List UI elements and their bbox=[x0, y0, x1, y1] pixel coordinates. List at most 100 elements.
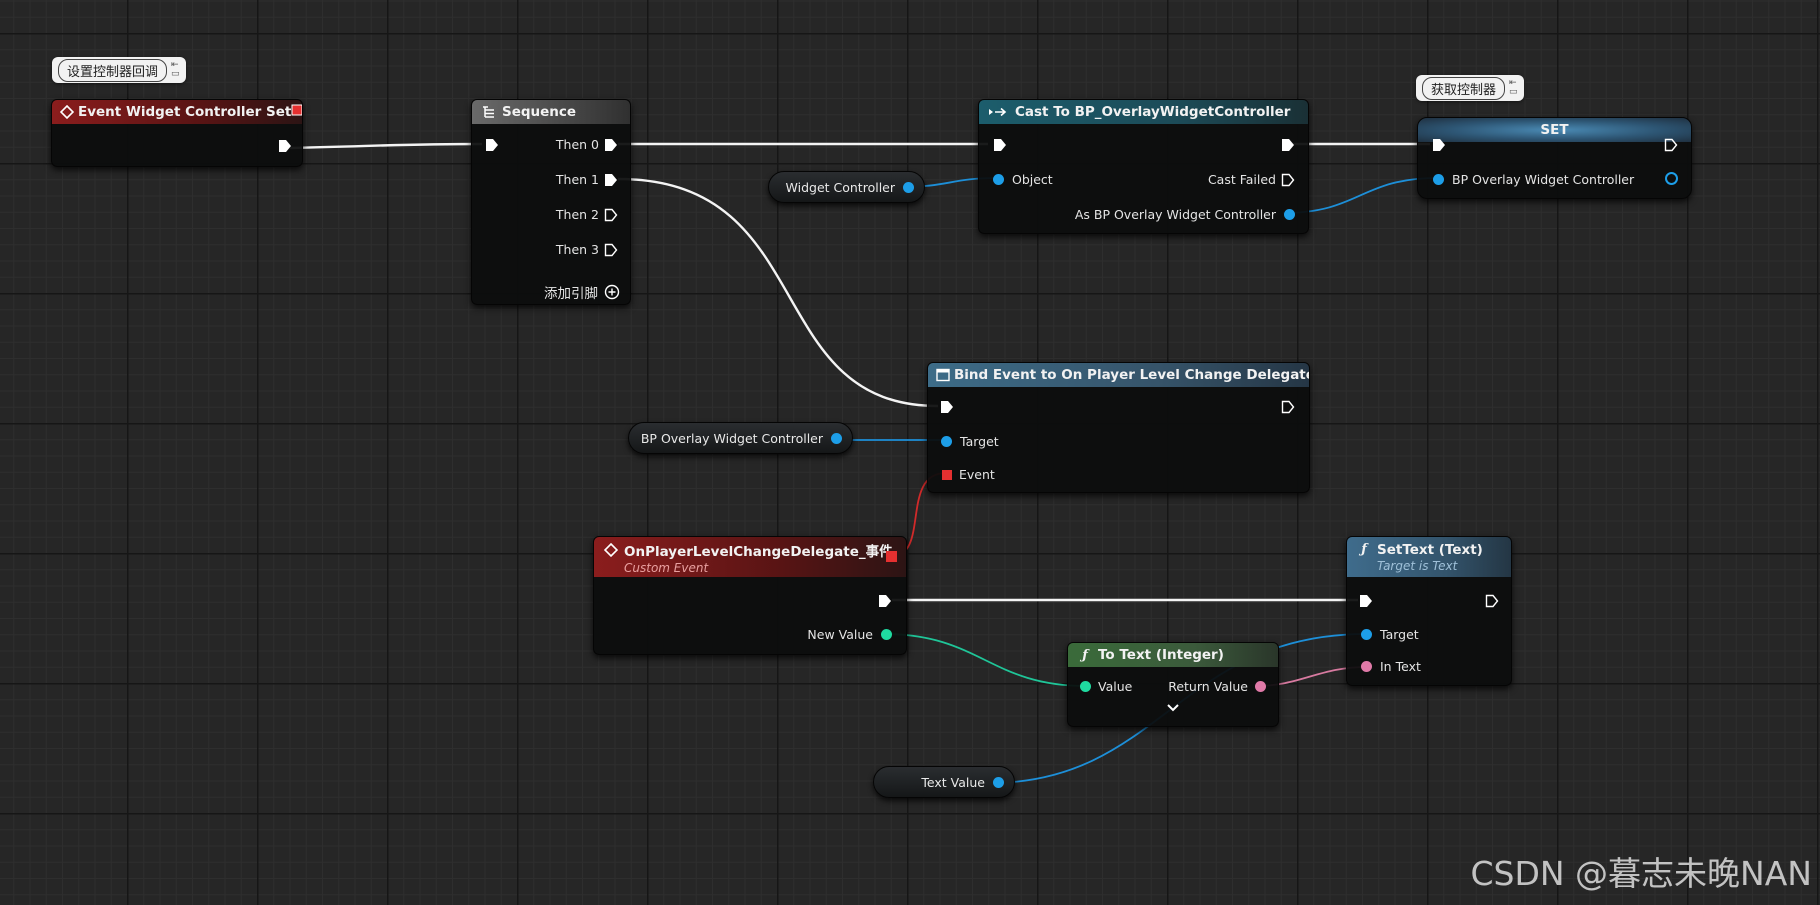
pin-dot[interactable] bbox=[993, 174, 1004, 185]
text-value-variable[interactable]: Text Value bbox=[873, 766, 1015, 798]
new-value-out-pin[interactable]: New Value bbox=[807, 627, 892, 642]
exec-in-pin[interactable] bbox=[993, 138, 1007, 152]
pin-dot[interactable] bbox=[1255, 681, 1266, 692]
object-out-pin[interactable] bbox=[993, 776, 1004, 788]
exec-out-pin[interactable] bbox=[1664, 138, 1678, 152]
pin-dot[interactable] bbox=[1433, 174, 1444, 185]
node-header[interactable]: ƒ SetText (Text) Target is Text bbox=[1347, 537, 1511, 577]
pin-label: Return Value bbox=[1168, 679, 1248, 694]
pin-label: Event bbox=[959, 467, 995, 482]
pin-label: Target bbox=[1380, 627, 1419, 642]
custom-event-node[interactable]: OnPlayerLevelChangeDelegate_事件 Custom Ev… bbox=[593, 536, 907, 655]
pin-dot[interactable] bbox=[1284, 209, 1295, 220]
function-icon: ƒ bbox=[1361, 542, 1367, 557]
node-title: To Text (Integer) bbox=[1098, 647, 1224, 663]
pin-label: BP Overlay Widget Controller bbox=[1452, 172, 1635, 187]
plus-circle-icon bbox=[604, 284, 620, 300]
delegate-pin-icon[interactable] bbox=[291, 104, 302, 120]
exec-out-pin[interactable] bbox=[1281, 400, 1295, 414]
return-value-out-pin[interactable]: Return Value bbox=[1168, 679, 1266, 694]
pin-dot[interactable] bbox=[941, 436, 952, 447]
pin-label: Then 0 bbox=[555, 137, 599, 152]
pin-label: Object bbox=[1012, 172, 1053, 187]
variable-label: Widget Controller bbox=[785, 179, 895, 195]
exec-out-pin[interactable] bbox=[1485, 594, 1499, 608]
node-header[interactable]: Sequence bbox=[472, 100, 630, 124]
node-header[interactable]: Cast To BP_OverlayWidgetController bbox=[979, 100, 1308, 124]
node-title: Cast To BP_OverlayWidgetController bbox=[1015, 104, 1291, 120]
node-title: Event Widget Controller Set bbox=[78, 104, 292, 120]
widget-controller-variable[interactable]: Widget Controller bbox=[768, 171, 925, 203]
comment-bubble-controller-set[interactable]: 设置控制器回调 ⇤ ▭ bbox=[52, 57, 186, 83]
pin-icon[interactable]: ⇤ ▭ bbox=[1509, 79, 1518, 97]
exec-out-pin[interactable] bbox=[878, 594, 892, 608]
bind-event-node[interactable]: Bind Event to On Player Level Change Del… bbox=[927, 362, 1310, 493]
then-0-pin[interactable]: Then 0 bbox=[556, 137, 618, 152]
node-header[interactable]: ƒ To Text (Integer) bbox=[1068, 643, 1278, 667]
event-diamond-icon bbox=[602, 542, 620, 557]
pin-dot[interactable] bbox=[1361, 629, 1372, 640]
pin-dot[interactable] bbox=[1665, 172, 1678, 185]
then-1-pin[interactable]: Then 1 bbox=[556, 172, 618, 187]
then-2-pin[interactable]: Then 2 bbox=[556, 207, 618, 222]
add-pin-button[interactable]: 添加引脚 bbox=[544, 282, 620, 302]
event-in-pin[interactable]: Event bbox=[942, 467, 995, 482]
delegate-pin-square[interactable] bbox=[886, 551, 897, 562]
pin-label: In Text bbox=[1380, 659, 1421, 674]
settext-node[interactable]: ƒ SetText (Text) Target is Text Target I… bbox=[1346, 536, 1512, 686]
object-out-pin[interactable] bbox=[831, 432, 842, 444]
watermark: CSDN @暮志未晚NAN bbox=[1470, 854, 1812, 893]
cast-arrow-icon bbox=[987, 106, 1011, 118]
node-header[interactable]: OnPlayerLevelChangeDelegate_事件 Custom Ev… bbox=[594, 537, 906, 577]
cast-to-overlay-widget-controller-node[interactable]: Cast To BP_OverlayWidgetController Objec… bbox=[978, 99, 1309, 234]
pin-dot[interactable] bbox=[881, 629, 892, 640]
exec-in-pin[interactable] bbox=[485, 138, 499, 152]
target-in-pin[interactable]: Target bbox=[1361, 627, 1419, 642]
delegate-pin-square[interactable] bbox=[942, 469, 952, 480]
object-out-pin[interactable] bbox=[903, 181, 914, 193]
exec-in-pin[interactable] bbox=[1432, 138, 1446, 152]
expand-chevron-icon[interactable] bbox=[1166, 703, 1180, 713]
value-in-pin[interactable]: Value bbox=[1080, 679, 1132, 694]
exec-in-pin[interactable] bbox=[1359, 594, 1373, 608]
pin-dot[interactable] bbox=[1361, 661, 1372, 672]
object-in-pin[interactable]: Object bbox=[993, 172, 1053, 187]
node-title: SetText (Text) bbox=[1377, 541, 1483, 558]
as-overlay-controller-pin[interactable]: As BP Overlay Widget Controller bbox=[1075, 207, 1295, 222]
target-in-pin[interactable]: Target bbox=[941, 434, 999, 449]
node-header[interactable]: SET bbox=[1418, 118, 1691, 142]
pin-label: Then 2 bbox=[555, 207, 599, 222]
cast-failed-pin[interactable]: Cast Failed bbox=[1208, 172, 1295, 187]
function-box-icon bbox=[936, 368, 950, 382]
exec-in-pin[interactable] bbox=[940, 400, 954, 414]
overlay-controller-in-pin[interactable]: BP Overlay Widget Controller bbox=[1433, 172, 1634, 187]
pin-label: Then 1 bbox=[555, 172, 599, 187]
event-widget-controller-set-node[interactable]: Event Widget Controller Set bbox=[51, 99, 303, 167]
variable-label: BP Overlay Widget Controller bbox=[640, 430, 823, 446]
node-header[interactable]: Event Widget Controller Set bbox=[52, 100, 302, 124]
pin-label: Value bbox=[1098, 679, 1133, 694]
exec-wire-event-to-sequence bbox=[289, 142, 483, 150]
node-subtitle: Target is Text bbox=[1377, 558, 1458, 573]
pin-dot[interactable] bbox=[1080, 681, 1091, 692]
exec-out-pin[interactable] bbox=[1281, 138, 1295, 152]
sequence-icon bbox=[480, 105, 498, 119]
node-subtitle: Custom Event bbox=[624, 560, 709, 575]
set-overlay-controller-node[interactable]: SET BP Overlay Widget Controller bbox=[1417, 117, 1692, 199]
delegate-out-pin[interactable] bbox=[886, 551, 897, 562]
bp-overlay-widget-controller-variable[interactable]: BP Overlay Widget Controller bbox=[628, 422, 853, 454]
node-title: OnPlayerLevelChangeDelegate_事件 bbox=[624, 543, 893, 560]
node-title: Sequence bbox=[502, 104, 577, 120]
sequence-node[interactable]: Sequence Then 0 Then 1 Then 2 Then 3 添加引… bbox=[471, 99, 631, 305]
in-text-pin[interactable]: In Text bbox=[1361, 659, 1421, 674]
to-text-integer-node[interactable]: ƒ To Text (Integer) Value Return Value bbox=[1067, 642, 1279, 727]
node-header[interactable]: Bind Event to On Player Level Change Del… bbox=[928, 363, 1309, 387]
node-title: Bind Event to On Player Level Change Del… bbox=[954, 367, 1309, 383]
comment-bubble-get-controller[interactable]: 获取控制器 ⇤ ▭ bbox=[1416, 75, 1524, 101]
pin-label: Then 3 bbox=[555, 242, 599, 257]
overlay-controller-out-pin[interactable] bbox=[1665, 172, 1678, 185]
then-3-pin[interactable]: Then 3 bbox=[556, 242, 618, 257]
exec-out-pin[interactable] bbox=[278, 139, 292, 153]
variable-label: Text Value bbox=[921, 774, 985, 790]
pin-icon[interactable]: ⇤ ▭ bbox=[171, 61, 180, 79]
